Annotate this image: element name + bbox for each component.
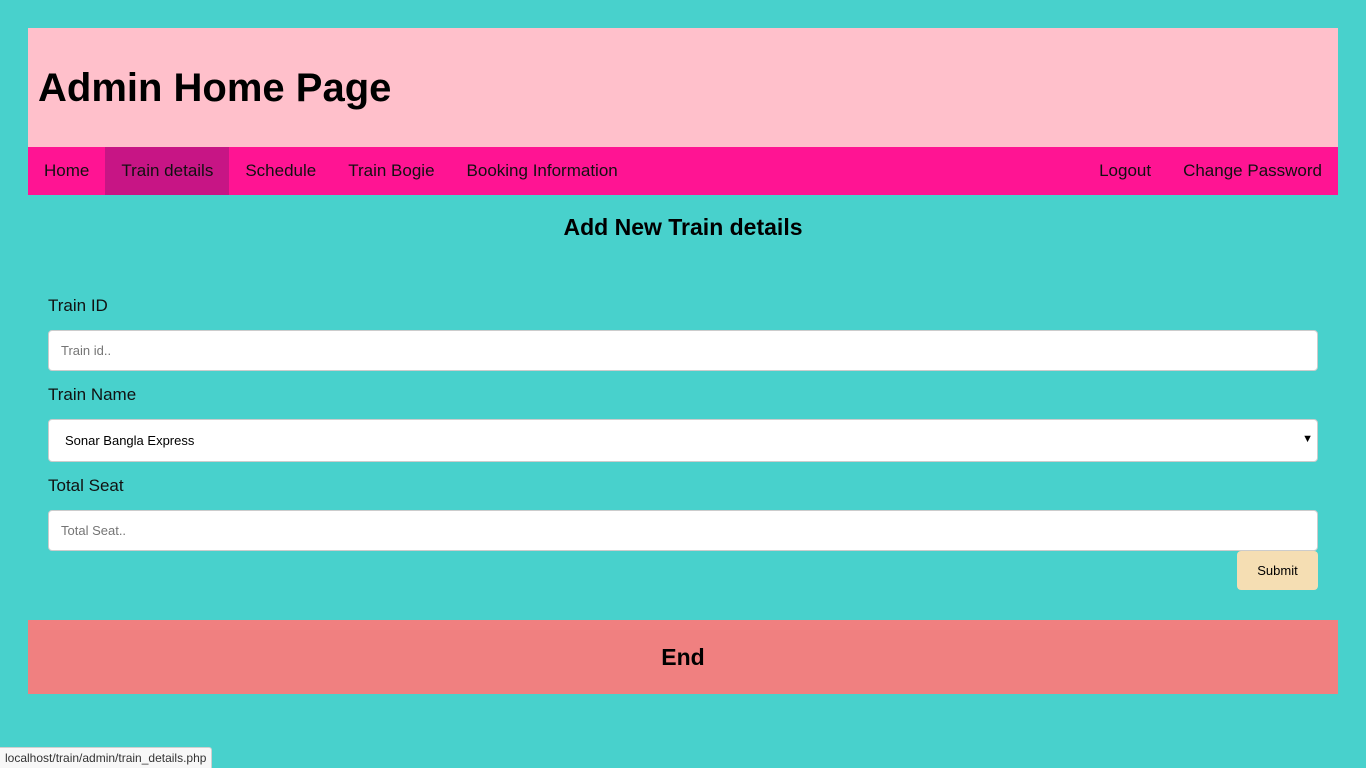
submit-button[interactable]: Submit	[1237, 551, 1318, 590]
nav-left-group: Home Train details Schedule Train Bogie …	[28, 147, 634, 195]
page-title: Admin Home Page	[38, 66, 392, 110]
nav-item-booking-information[interactable]: Booking Information	[451, 147, 634, 195]
nav-item-home[interactable]: Home	[28, 147, 105, 195]
page-footer: End	[28, 620, 1338, 694]
browser-status-bar: localhost/train/admin/train_details.php	[0, 747, 213, 768]
nav-item-train-details[interactable]: Train details	[105, 147, 230, 195]
total-seat-input[interactable]	[48, 510, 1318, 551]
train-id-input[interactable]	[48, 330, 1318, 371]
train-name-label: Train Name	[48, 385, 137, 404]
nav-item-schedule[interactable]: Schedule	[229, 147, 332, 195]
nav-right-group: Logout Change Password	[1083, 147, 1338, 195]
nav-item-train-bogie[interactable]: Train Bogie	[332, 147, 450, 195]
nav-item-change-password[interactable]: Change Password	[1167, 147, 1338, 195]
form-heading: Add New Train details	[563, 214, 803, 240]
train-name-selected-value: Sonar Bangla Express	[65, 433, 195, 448]
train-name-select[interactable]: Sonar Bangla Express ▼	[48, 419, 1318, 462]
footer-text: End	[661, 644, 705, 670]
dropdown-arrow-icon: ▼	[1302, 433, 1313, 445]
top-navbar: Home Train details Schedule Train Bogie …	[28, 147, 1338, 195]
total-seat-label: Total Seat	[48, 476, 124, 495]
page-header: Admin Home Page	[28, 28, 1338, 147]
train-id-label: Train ID	[48, 296, 108, 315]
nav-item-logout[interactable]: Logout	[1083, 147, 1167, 195]
